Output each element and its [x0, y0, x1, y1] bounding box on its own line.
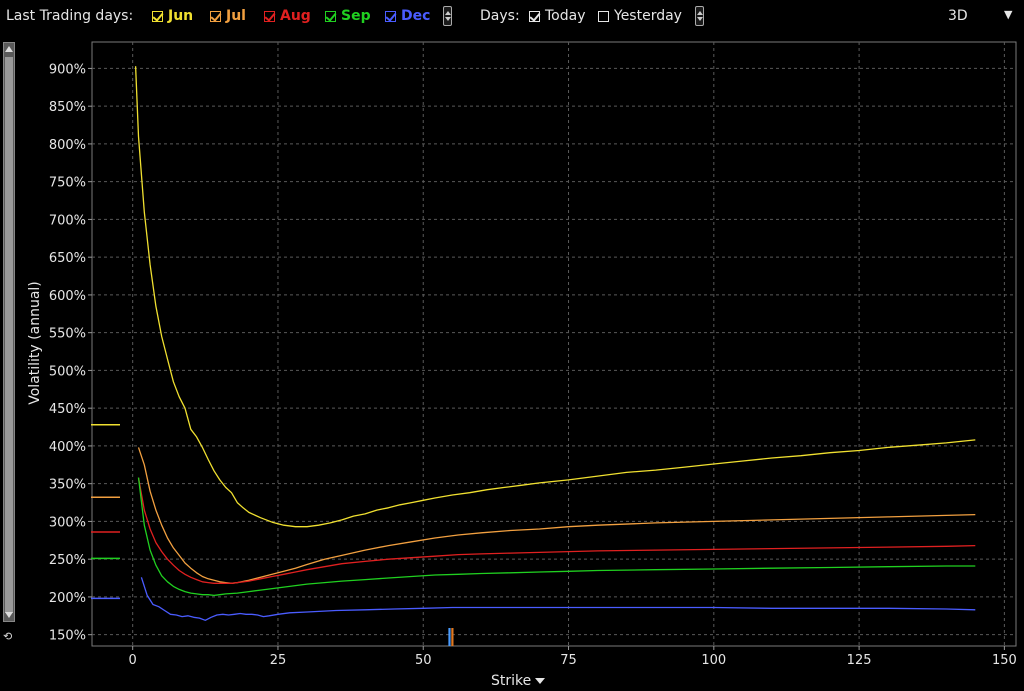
x-tick-label: 0	[129, 653, 137, 668]
x-axis-title: Strike	[491, 673, 532, 689]
price-marker	[448, 628, 451, 646]
x-tick-label: 100	[701, 653, 726, 668]
x-tick-label: 25	[270, 653, 287, 668]
series-line-dec	[140, 577, 976, 621]
volatility-chart: 150% 200% 250% 300% 350% 400% 450% 500% 550% 600%…	[49, 41, 1017, 668]
y-tick-label: 350%	[49, 478, 86, 493]
y-axis-label: Volatility (annual)	[27, 281, 43, 405]
y-tick-label: 250%	[49, 553, 86, 568]
y-axis: 150% 200% 250% 300% 350% 400% 450% 500% 550% 600%…	[49, 62, 92, 644]
y-tick-label: 500%	[49, 364, 86, 379]
y-tick-label: 300%	[49, 515, 86, 530]
plot-frame	[91, 41, 1017, 647]
reference-levels	[91, 424, 120, 600]
price-marker	[451, 628, 454, 646]
series-line-jul	[137, 447, 976, 584]
price-markers	[448, 628, 454, 646]
x-tick-label: 75	[560, 653, 577, 668]
grid	[92, 42, 1016, 646]
y-tick-label: 200%	[49, 591, 86, 606]
y-tick-label: 900%	[49, 62, 86, 77]
y-tick-label: 850%	[49, 100, 86, 115]
y-tick-label: 700%	[49, 213, 86, 228]
y-tick-label: 400%	[49, 440, 86, 455]
y-tick-label: 550%	[49, 327, 86, 342]
y-tick-label: 600%	[49, 289, 86, 304]
series-line-jun	[134, 66, 976, 528]
y-tick-label: 450%	[49, 402, 86, 417]
caret-down-icon	[535, 678, 546, 684]
x-tick-label: 150	[992, 653, 1017, 668]
x-axis-label[interactable]: Strike	[491, 673, 546, 689]
series-lines	[134, 66, 976, 621]
x-tick-label: 50	[415, 653, 432, 668]
y-tick-label: 650%	[49, 251, 86, 266]
x-axis: 0 25 50 75 100 125 150	[129, 646, 1017, 668]
y-tick-label: 750%	[49, 176, 86, 191]
y-tick-label: 800%	[49, 138, 86, 153]
y-tick-label: 150%	[49, 629, 86, 644]
x-tick-label: 125	[847, 653, 872, 668]
